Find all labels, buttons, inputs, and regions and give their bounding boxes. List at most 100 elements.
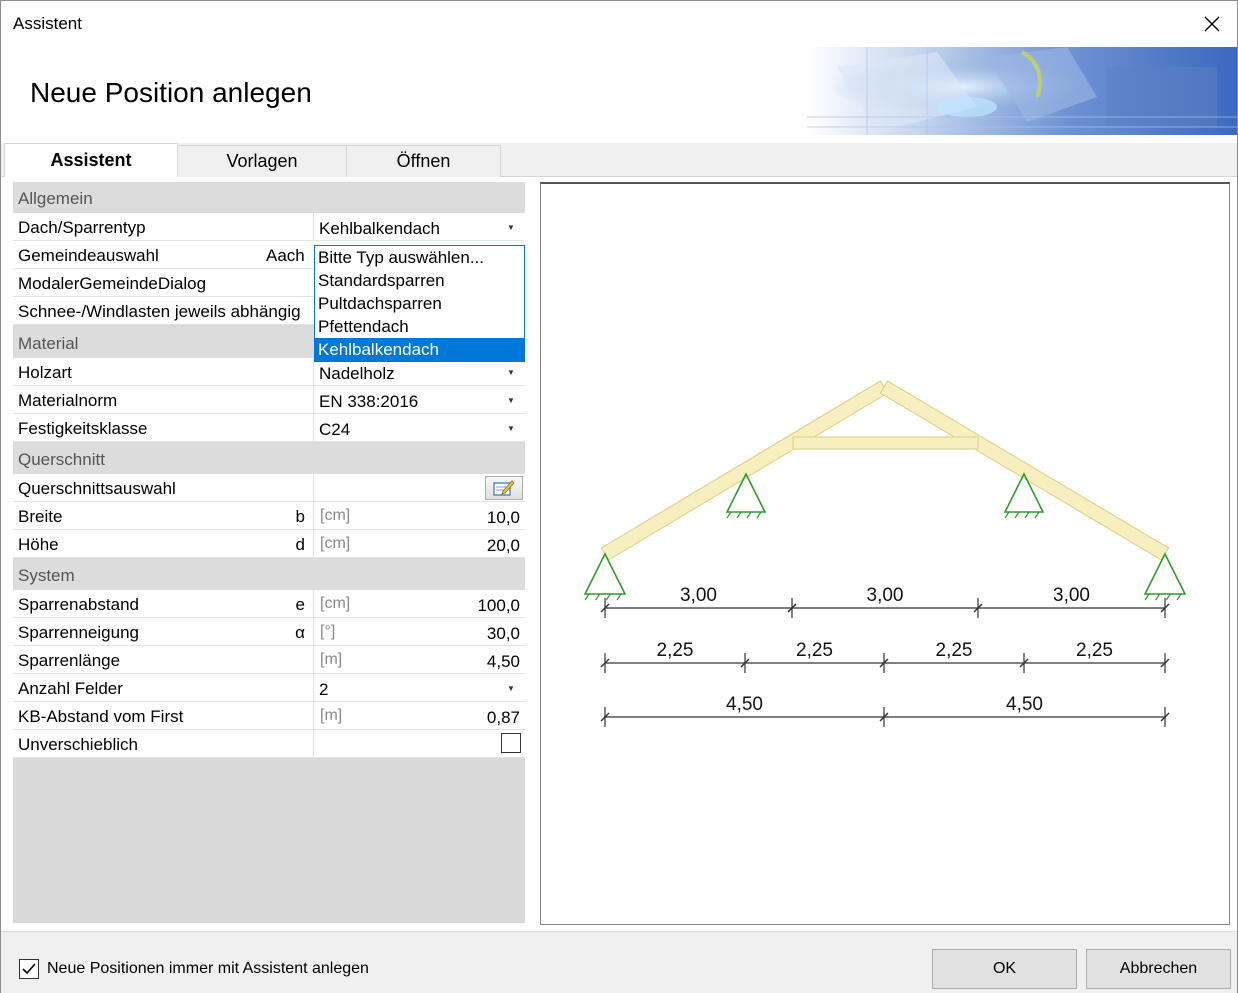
system-preview-panel: 3,00 3,00 3,00 2,25 2,25 2,25 2,25 4,50 4,50	[540, 182, 1230, 925]
row-holzart[interactable]: Holzart Nadelholz ▼	[13, 358, 525, 386]
querschnitt-cell	[313, 474, 525, 502]
dialog-header: Neue Position anlegen	[1, 47, 1237, 143]
dimension-label: 4,50	[1006, 694, 1043, 715]
header-banner-image	[807, 47, 1237, 135]
gemeinde-value: Aach	[266, 246, 305, 265]
row-label: Festigkeitsklasse	[18, 419, 148, 438]
support-hatch	[726, 511, 732, 519]
support-right	[1143, 552, 1187, 601]
support-hatch	[756, 511, 762, 519]
input-value: 0,87	[486, 708, 520, 727]
sparrenabstand-input[interactable]: [cm] 100,0	[313, 590, 525, 618]
dropdown-arrow-icon[interactable]: ▼	[501, 392, 521, 408]
category-label: Querschnitt	[18, 450, 105, 469]
holzart-select[interactable]: Nadelholz ▼	[313, 358, 525, 386]
anzahl-felder-select[interactable]: 2 ▼	[313, 674, 525, 702]
tab-assistent[interactable]: Assistent	[4, 143, 178, 178]
category-querschnitt[interactable]: Querschnitt	[13, 443, 525, 474]
select-value: C24	[319, 420, 351, 439]
dropdown-option[interactable]: Standardsparren	[315, 269, 524, 292]
row-materialnorm[interactable]: Materialnorm EN 338:2016 ▼	[13, 386, 525, 414]
dachtyp-select[interactable]: Kehlbalkendach ▼	[313, 213, 525, 241]
support-hatch	[736, 511, 742, 519]
row-label: Holzart	[18, 363, 72, 382]
category-label: Allgemein	[18, 189, 93, 208]
assistant-always-label[interactable]: Neue Positionen immer mit Assistent anle…	[47, 960, 369, 978]
dachtyp-dropdown-list[interactable]: Bitte Typ auswählen... Standardsparren Pul…	[314, 245, 525, 362]
row-label: Anzahl Felder	[18, 679, 123, 698]
window-title: Assistent	[13, 14, 82, 33]
dropdown-arrow-icon[interactable]: ▼	[501, 219, 521, 235]
unit-label: [m]	[320, 651, 343, 668]
row-festigkeitsklasse[interactable]: Festigkeitsklasse C24 ▼	[13, 414, 525, 442]
unit-label: [cm]	[320, 535, 351, 552]
dropdown-arrow-icon[interactable]: ▼	[501, 420, 521, 436]
cancel-button[interactable]: Abbrechen	[1086, 949, 1231, 989]
category-system[interactable]: System	[13, 559, 525, 590]
row-unverschieblich[interactable]: Unverschieblich	[13, 730, 525, 758]
row-label: Dach/Sparrentyp	[18, 218, 146, 237]
close-button[interactable]	[1195, 9, 1229, 39]
row-sparrenneigung[interactable]: Sparrenneigung α [°] 30,0	[13, 618, 525, 646]
tab-bar: Assistent Vorlagen Öffnen	[1, 143, 1237, 178]
support-hatch	[1144, 593, 1150, 601]
row-hoehe[interactable]: Höhe d [cm] 20,0	[13, 530, 525, 558]
assistant-always-checkbox[interactable]	[19, 959, 39, 979]
input-value: 30,0	[486, 624, 520, 643]
sparrenneigung-input[interactable]: [°] 30,0	[313, 618, 525, 646]
dropdown-arrow-icon[interactable]: ▼	[501, 364, 521, 380]
hoehe-input[interactable]: [cm] 20,0	[313, 530, 525, 558]
kb-abstand-input[interactable]: [m] 0,87	[313, 702, 525, 730]
tab-vorlagen[interactable]: Vorlagen	[177, 145, 347, 177]
dialog-footer: Neue Positionen immer mit Assistent anle…	[1, 931, 1237, 993]
dimension-label: 4,50	[726, 694, 763, 715]
row-label: ModalerGemeindeDialog	[18, 274, 207, 293]
row-dachtyp[interactable]: Dach/Sparrentyp Kehlbalkendach ▼	[13, 213, 525, 241]
row-anzahl-felder[interactable]: Anzahl Felder 2 ▼	[13, 674, 525, 702]
tab-content: Allgemein Dach/Sparrentyp Kehlbalkendach…	[1, 177, 1237, 931]
tab-oeffnen[interactable]: Öffnen	[346, 145, 501, 177]
title-bar: Assistent	[1, 1, 1237, 47]
support-hatch	[616, 593, 622, 601]
row-label: Unverschieblich	[18, 735, 138, 754]
support-triangle	[1143, 552, 1187, 595]
support-hatch	[1165, 593, 1171, 601]
row-querschnittsauswahl[interactable]: Querschnittsauswahl	[13, 474, 525, 502]
dropdown-option[interactable]: Pultdachsparren	[315, 292, 524, 315]
rafter-beams	[600, 380, 1170, 561]
row-kb-abstand[interactable]: KB-Abstand vom First [m] 0,87	[13, 702, 525, 730]
row-label: Sparrenabstand	[18, 595, 139, 614]
dimension-label: 3,00	[1053, 585, 1090, 606]
dimension-label: 2,25	[936, 640, 973, 661]
dimension-row-1: 3,00 3,00 3,00	[600, 585, 1170, 618]
row-label: Sparrenlänge	[18, 651, 121, 670]
category-allgemein[interactable]: Allgemein	[13, 182, 525, 213]
row-sparrenlaenge[interactable]: Sparrenlänge [m] 4,50	[13, 646, 525, 674]
dropdown-option[interactable]: Pfettendach	[315, 315, 524, 338]
kehlbalkendach-drawing: 3,00 3,00 3,00 2,25 2,25 2,25 2,25 4,50 4,50	[583, 380, 1187, 727]
row-sparrenabstand[interactable]: Sparrenabstand e [cm] 100,0	[13, 590, 525, 618]
dropdown-option[interactable]: Bitte Typ auswählen...	[315, 246, 524, 269]
unverschieblich-checkbox[interactable]	[501, 733, 521, 753]
supports	[583, 472, 1187, 601]
close-icon	[1204, 16, 1220, 32]
sparrenlaenge-input[interactable]: [m] 4,50	[313, 646, 525, 674]
festigkeitsklasse-select[interactable]: C24 ▼	[313, 414, 525, 442]
dropdown-option[interactable]: Kehlbalkendach	[315, 338, 524, 361]
querschnitt-edit-button[interactable]	[485, 476, 523, 500]
breite-input[interactable]: [cm] 10,0	[313, 502, 525, 530]
assistant-dialog: Assistent Neue Position anlegen Assisten…	[0, 0, 1238, 993]
support-hatch	[1034, 511, 1040, 519]
support-hatch	[1014, 511, 1020, 519]
materialnorm-select[interactable]: EN 338:2016 ▼	[313, 386, 525, 414]
dropdown-arrow-icon[interactable]: ▼	[501, 680, 521, 696]
row-breite[interactable]: Breite b [cm] 10,0	[13, 502, 525, 530]
dimension-label: 2,25	[796, 640, 833, 661]
row-label: Höhe	[18, 535, 59, 554]
support-hatch	[595, 593, 601, 601]
support-hatch	[1004, 511, 1010, 519]
row-symbol: α	[295, 623, 305, 642]
ok-button[interactable]: OK	[932, 949, 1077, 989]
unverschieblich-cell	[313, 730, 525, 758]
row-label: Materialnorm	[18, 391, 118, 410]
